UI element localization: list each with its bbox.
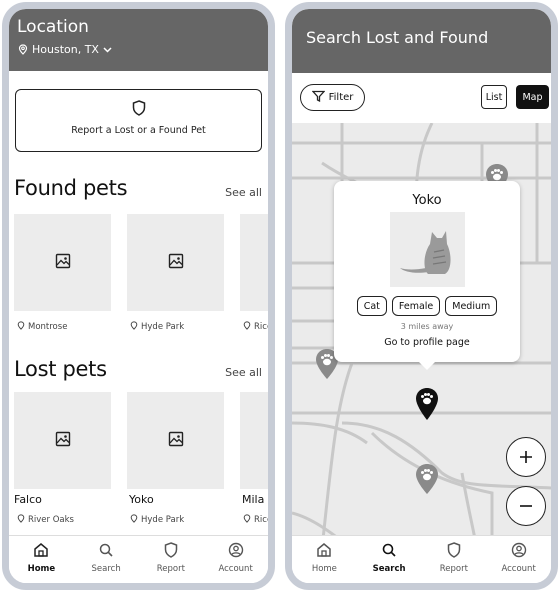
popup-distance: 3 miles away	[400, 322, 454, 331]
account-icon	[228, 542, 244, 562]
pet-popup-card[interactable]: Yoko Cat Female Medium 3 miles away Go t…	[334, 181, 520, 362]
shield-icon	[132, 100, 146, 120]
tab-home[interactable]: Home	[292, 536, 357, 583]
found-pet-location: Montrose	[17, 321, 67, 333]
city-selector[interactable]: Houston, TX	[18, 43, 112, 56]
found-pet-location: Rice	[243, 321, 268, 333]
selected-map-pin[interactable]	[415, 387, 439, 425]
filter-button[interactable]: Filter	[300, 84, 365, 111]
home-icon	[33, 542, 49, 562]
found-pet-location: Hyde Park	[130, 321, 184, 333]
found-pet-card[interactable]	[127, 214, 224, 311]
image-placeholder-icon	[168, 431, 184, 451]
tab-search[interactable]: Search	[74, 536, 139, 583]
lost-pet-card[interactable]	[240, 392, 268, 489]
search-screen: Search Lost and Found Filter List Map Yo…	[292, 9, 551, 583]
zoom-in-button[interactable]	[506, 437, 546, 477]
location-pin-icon	[17, 321, 25, 333]
location-pin-icon	[243, 514, 251, 526]
lost-pet-name: Yoko	[129, 493, 154, 506]
go-to-profile-link[interactable]: Go to profile page	[334, 337, 520, 348]
report-pet-label: Report a Lost or a Found Pet	[71, 125, 206, 136]
lost-pet-location: Rice	[243, 514, 268, 526]
search-header: Search Lost and Found	[292, 9, 551, 73]
lost-pet-name: Falco	[14, 493, 42, 506]
zoom-out-button[interactable]	[506, 486, 546, 526]
minus-icon	[520, 505, 532, 507]
image-placeholder-icon	[55, 431, 71, 451]
location-header: Location Houston, TX	[9, 9, 268, 71]
tag-chip: Cat	[356, 296, 387, 316]
location-pin-icon	[243, 321, 251, 333]
chevron-down-icon	[103, 46, 112, 53]
location-pin-icon	[130, 514, 138, 526]
tag-chip: Medium	[445, 296, 498, 316]
filter-bar: Filter List Map	[292, 73, 551, 123]
tab-account[interactable]: Account	[203, 536, 268, 583]
search-icon	[98, 542, 114, 562]
shield-icon	[164, 542, 178, 562]
search-phone: Search Lost and Found Filter List Map Yo…	[285, 2, 558, 590]
found-pet-card[interactable]	[14, 214, 111, 311]
location-pin-icon	[18, 44, 28, 55]
city-label: Houston, TX	[32, 43, 99, 56]
home-phone: Location Houston, TX Report a Lost or a …	[2, 2, 275, 590]
lost-see-all-link[interactable]: See all	[225, 366, 262, 379]
location-pin-icon	[17, 514, 25, 526]
lost-pet-card[interactable]	[127, 392, 224, 489]
search-icon	[381, 542, 397, 562]
tab-search[interactable]: Search	[357, 536, 422, 583]
lost-pet-location: River Oaks	[17, 514, 74, 526]
list-view-toggle[interactable]: List	[481, 85, 507, 109]
tab-bar: Home Search Report Account	[9, 535, 268, 583]
tab-report[interactable]: Report	[422, 536, 487, 583]
search-title: Search Lost and Found	[306, 28, 489, 47]
popup-pet-name: Yoko	[412, 193, 442, 208]
plus-icon	[520, 451, 532, 463]
popup-tags: Cat Female Medium	[334, 296, 520, 316]
map-view-toggle[interactable]: Map	[516, 85, 549, 109]
map-pin[interactable]	[415, 463, 439, 499]
location-pin-icon	[130, 321, 138, 333]
location-title: Location	[17, 17, 89, 37]
image-placeholder-icon	[55, 253, 71, 273]
tab-home[interactable]: Home	[9, 536, 74, 583]
tab-account[interactable]: Account	[486, 536, 551, 583]
found-see-all-link[interactable]: See all	[225, 186, 262, 199]
popup-pet-photo	[390, 212, 465, 287]
cat-illustration-icon	[400, 231, 451, 274]
account-icon	[511, 542, 527, 562]
tag-chip: Female	[391, 296, 441, 316]
lost-pet-name: Mila	[242, 493, 265, 506]
tab-report[interactable]: Report	[139, 536, 204, 583]
filter-label: Filter	[328, 92, 354, 103]
image-placeholder-icon	[168, 253, 184, 273]
lost-pet-location: Hyde Park	[130, 514, 184, 526]
home-icon	[316, 542, 332, 562]
tab-bar: Home Search Report Account	[292, 535, 551, 583]
found-pet-card[interactable]	[240, 214, 268, 311]
report-pet-button[interactable]: Report a Lost or a Found Pet	[15, 89, 262, 152]
filter-icon	[311, 90, 326, 105]
shield-icon	[447, 542, 461, 562]
home-screen: Location Houston, TX Report a Lost or a …	[9, 9, 268, 583]
lost-pets-title: Lost pets	[14, 357, 107, 381]
found-pets-title: Found pets	[14, 176, 128, 200]
lost-pet-card[interactable]	[14, 392, 111, 489]
